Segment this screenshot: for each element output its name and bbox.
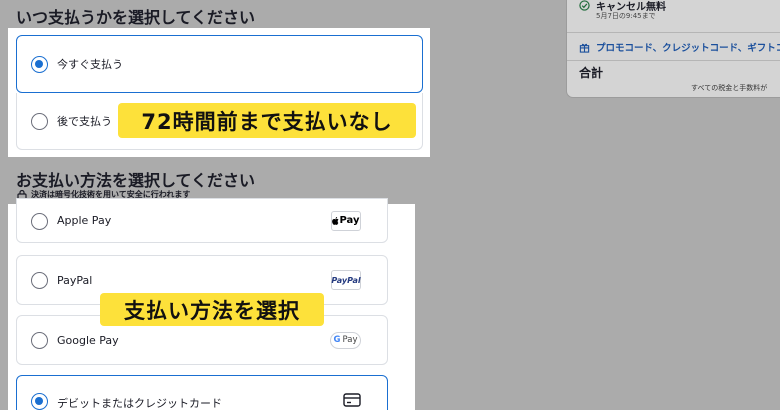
- free-cancellation-deadline: 5月7日の9:45まで: [596, 12, 656, 20]
- google-pay-radio[interactable]: [31, 332, 48, 349]
- google-pay-label: Google Pay: [57, 333, 119, 347]
- order-summary-panel: キャンセル無料 5月7日の9:45まで プロモコード、クレジットコード、ギフトコ…: [566, 0, 780, 98]
- card-option[interactable]: デビットまたはクレジットカード: [16, 375, 388, 410]
- promo-code-link[interactable]: プロモコード、クレジットコード、ギフトコ: [579, 40, 780, 54]
- google-pay-badge: G Pay: [330, 331, 361, 349]
- gift-icon: [579, 43, 590, 53]
- pay-later-callout: 72時間前まで支払いなし: [118, 103, 416, 138]
- credit-card-icon: [343, 393, 361, 407]
- apple-icon: [332, 216, 339, 225]
- pay-now-radio[interactable]: [31, 55, 48, 73]
- apple-pay-badge-text: Pay: [339, 215, 360, 226]
- pay-now-option[interactable]: 今すぐ支払う: [16, 35, 423, 93]
- summary-divider: [567, 32, 780, 33]
- total-label: 合計: [579, 66, 604, 80]
- google-g-icon: G: [333, 335, 341, 345]
- pay-later-label: 後で支払う: [57, 115, 112, 128]
- paypal-radio[interactable]: [31, 272, 48, 289]
- promo-code-label: プロモコード、クレジットコード、ギフトコ: [596, 43, 780, 54]
- paypal-badge: PayPal: [331, 270, 361, 290]
- check-circle-icon: [579, 0, 590, 11]
- apple-pay-radio[interactable]: [31, 213, 48, 230]
- payment-method-heading: お支払い方法を選択してください: [16, 171, 256, 190]
- card-label: デビットまたはクレジットカード: [57, 397, 222, 410]
- apple-pay-option[interactable]: Apple Pay Pay: [16, 198, 388, 243]
- tax-note: すべての税金と手数料が: [691, 84, 768, 92]
- card-radio[interactable]: [31, 393, 48, 410]
- pay-later-radio[interactable]: [31, 112, 48, 130]
- payment-method-callout: 支払い方法を選択: [100, 293, 324, 326]
- pay-timing-heading: いつ支払うかを選択してください: [16, 8, 256, 27]
- pay-now-label: 今すぐ支払う: [57, 58, 123, 71]
- paypal-label: PayPal: [57, 273, 93, 287]
- summary-divider: [567, 60, 780, 61]
- apple-pay-label: Apple Pay: [57, 214, 112, 227]
- google-pay-badge-text: Pay: [342, 335, 358, 345]
- apple-pay-badge: Pay: [331, 210, 361, 231]
